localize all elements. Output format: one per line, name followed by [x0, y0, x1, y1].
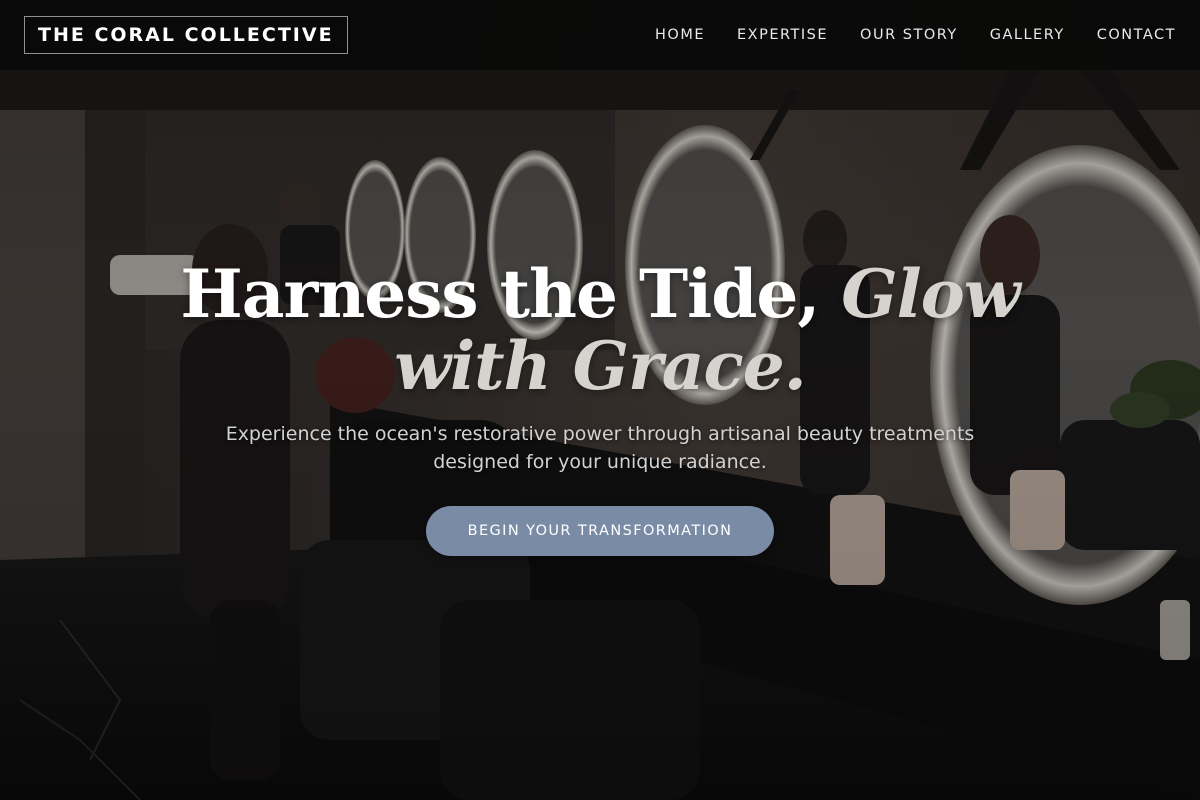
begin-transformation-button[interactable]: BEGIN YOUR TRANSFORMATION: [426, 506, 774, 556]
landing-page: THE CORAL COLLECTIVE HOME EXPERTISE OUR …: [0, 0, 1200, 800]
nav-link-home[interactable]: HOME: [655, 27, 705, 43]
hero-subtitle: Experience the ocean's restorative power…: [225, 423, 975, 473]
brand-logo[interactable]: THE CORAL COLLECTIVE: [24, 16, 348, 54]
nav-link-gallery[interactable]: GALLERY: [990, 27, 1065, 43]
nav-link-our-story[interactable]: OUR STORY: [860, 27, 958, 43]
top-navbar: THE CORAL COLLECTIVE HOME EXPERTISE OUR …: [0, 0, 1200, 70]
hero-title-accent-grace: with Grace.: [394, 327, 806, 405]
hero-title: Harness the Tide, Glow with Grace.: [150, 258, 1050, 402]
hero-title-accent-glow: Glow: [841, 255, 1020, 333]
nav-links: HOME EXPERTISE OUR STORY GALLERY CONTACT: [655, 27, 1176, 43]
nav-link-contact[interactable]: CONTACT: [1097, 27, 1176, 43]
hero-title-main: Harness the Tide,: [180, 255, 842, 333]
hero-section: Harness the Tide, Glow with Grace. Exper…: [0, 258, 1200, 556]
nav-link-expertise[interactable]: EXPERTISE: [737, 27, 828, 43]
